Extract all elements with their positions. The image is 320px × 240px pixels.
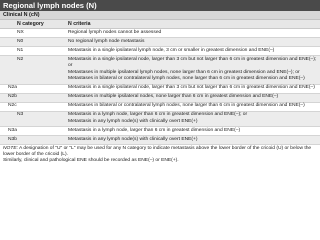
- table-row-n3: N3 Metastasis in a lymph node, larger th…: [0, 111, 320, 128]
- table-row-n2c: N2c Metastases in bilateral or contralat…: [0, 102, 320, 112]
- note-label: NOTE:: [3, 145, 18, 151]
- criteria-cell: Metastasis in a single ipsilateral node,…: [68, 84, 320, 94]
- criteria-cell: No regional lymph node metastasis: [68, 37, 320, 47]
- criteria-cell: Metastasis in a single ipsilateral lymph…: [68, 46, 320, 56]
- category-cell: N2: [0, 55, 68, 85]
- criteria-cell: Metastasis in a lymph node, larger than …: [68, 126, 320, 137]
- criteria-line: Metastases in bilateral or contralateral…: [68, 76, 305, 82]
- table-row-nx: NX Regional lymph nodes cannot be assess…: [0, 28, 320, 38]
- note-paragraph: NOTE: A designation of "U" or "L" may be…: [3, 146, 318, 159]
- column-header-criteria: N criteria: [68, 20, 320, 29]
- criteria-cell: Metastases in multiple ipsilateral nodes…: [68, 93, 320, 103]
- criteria-cell: Regional lymph nodes cannot be assessed: [68, 28, 320, 38]
- table-row-n1: N1 Metastasis in a single ipsilateral ly…: [0, 46, 320, 56]
- category-cell: N2a: [0, 84, 68, 94]
- category-cell: N3a: [0, 126, 68, 137]
- category-cell: NX: [0, 28, 68, 38]
- table-title: Regional lymph nodes (N): [0, 0, 320, 11]
- criteria-line: Metastasis in a single ipsilateral node,…: [68, 56, 317, 69]
- document-page: Regional lymph nodes (N) Clinical N (cN)…: [0, 0, 320, 240]
- category-cell: N2b: [0, 93, 68, 103]
- category-cell: N1: [0, 46, 68, 56]
- category-cell: N3: [0, 111, 68, 128]
- category-cell: N3b: [0, 135, 68, 146]
- table-row-n3b: N3b Metastasis in any lymph node(s) with…: [0, 135, 320, 146]
- criteria-cell: Metastasis in a lymph node, larger than …: [68, 111, 320, 128]
- criteria-line: Metastasis in a lymph node, larger than …: [68, 112, 248, 118]
- category-cell: N2c: [0, 102, 68, 112]
- table-subtitle: Clinical N (cN): [0, 11, 320, 20]
- note-text-2: Similarly, clinical and pathological ENE…: [3, 158, 179, 164]
- criteria-cell: Metastases in bilateral or contralateral…: [68, 102, 320, 112]
- table-note: NOTE: A designation of "U" or "L" may be…: [0, 145, 320, 165]
- table-row-n2: N2 Metastasis in a single ipsilateral no…: [0, 55, 320, 85]
- criteria-cell: Metastasis in any lymph node(s) with cli…: [68, 135, 320, 146]
- table-row-n2b: N2b Metastases in multiple ipsilateral n…: [0, 93, 320, 103]
- table-header-row: N category N criteria: [0, 20, 320, 29]
- criteria-cell: Metastasis in a single ipsilateral node,…: [68, 55, 320, 85]
- n-category-table: N category N criteria NX Regional lymph …: [0, 20, 320, 146]
- category-cell: N0: [0, 37, 68, 47]
- table-row-n0: N0 No regional lymph node metastasis: [0, 37, 320, 47]
- note-text: A designation of "U" or "L" may be used …: [3, 145, 312, 157]
- criteria-line: Metastasis in any lymph node(s) with cli…: [68, 118, 198, 124]
- table-row-n3a: N3a Metastasis in a lymph node, larger t…: [0, 126, 320, 137]
- table-row-n2a: N2a Metastasis in a single ipsilateral n…: [0, 84, 320, 94]
- column-header-category: N category: [0, 20, 68, 29]
